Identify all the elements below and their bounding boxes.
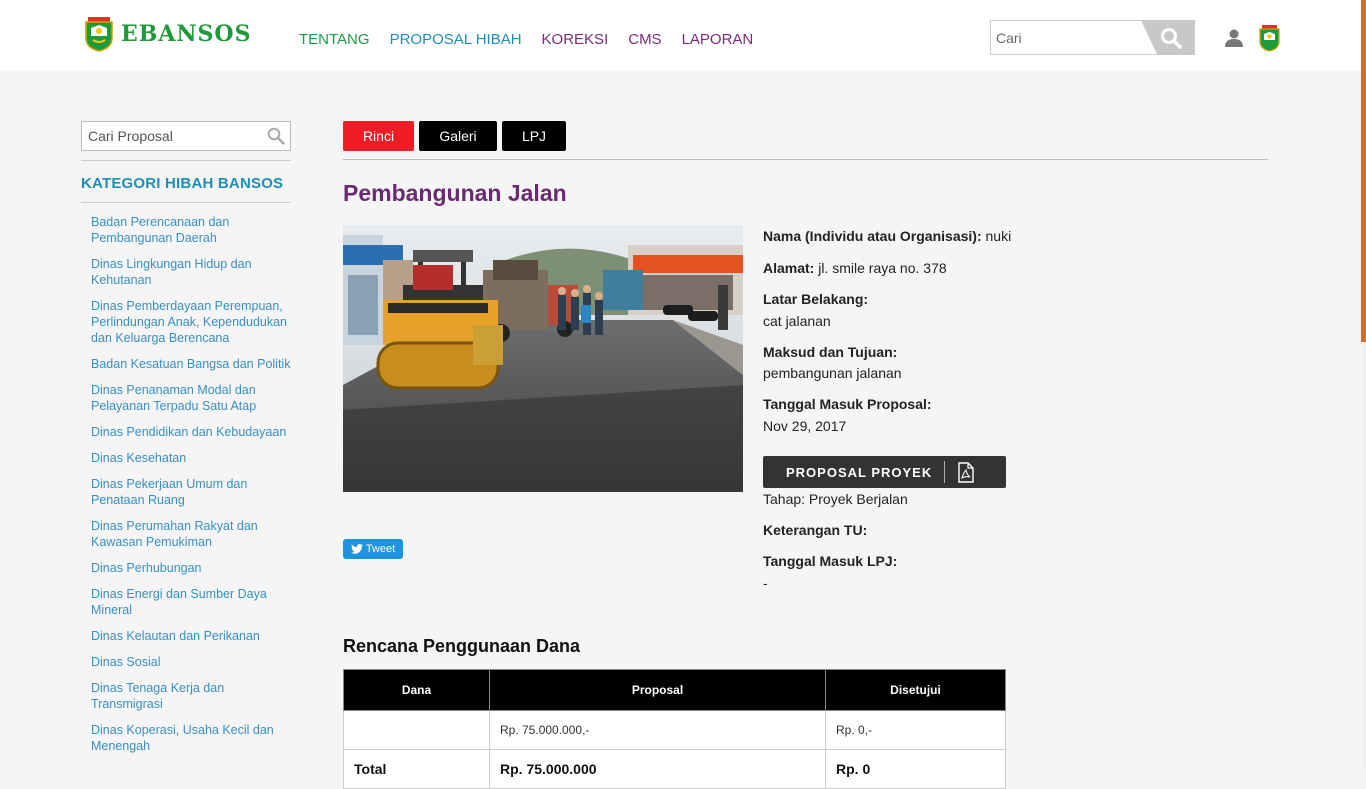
- category-item[interactable]: Dinas Lingkungan Hidup dan Kehutanan: [91, 256, 291, 288]
- category-item[interactable]: Dinas Energi dan Sumber Daya Mineral: [91, 586, 291, 618]
- proposal-search: [81, 121, 291, 151]
- category-item[interactable]: Dinas Kesehatan: [91, 450, 291, 466]
- category-item[interactable]: Dinas Tenaga Kerja dan Transmigrasi: [91, 680, 291, 712]
- category-item[interactable]: Dinas Penanaman Modal dan Pelayanan Terp…: [91, 382, 291, 414]
- main-nav: TENTANG PROPOSAL HIBAH KOREKSI CMS LAPOR…: [299, 30, 773, 50]
- category-item[interactable]: Dinas Sosial: [91, 654, 291, 670]
- pdf-button-label: PROPOSAL PROYEK: [786, 465, 933, 480]
- nav-tentang[interactable]: TENTANG: [299, 30, 370, 50]
- tab-rinci[interactable]: Rinci: [343, 121, 414, 151]
- nama-row: Nama (Individu atau Organisasi): nuki: [763, 228, 1011, 244]
- nav-cms[interactable]: CMS: [628, 30, 661, 50]
- nama-value: nuki: [985, 228, 1012, 244]
- total-label: Total: [343, 749, 490, 789]
- tahap-text: Tahap: Proyek Berjalan: [763, 491, 908, 507]
- category-item[interactable]: Badan Perencanaan dan Pembangunan Daerah: [91, 214, 291, 246]
- category-item[interactable]: Dinas Perhubungan: [91, 560, 291, 576]
- category-title: KATEGORI HIBAH BANSOS: [81, 175, 284, 192]
- col-proposal: Proposal: [489, 669, 826, 711]
- maksud-value: pembangunan jalanan: [763, 365, 902, 381]
- proposal-photo: [343, 225, 743, 492]
- tweet-button[interactable]: Tweet: [343, 539, 403, 559]
- button-separator: [944, 461, 945, 483]
- detail-tabs: Rinci Galeri LPJ: [343, 121, 571, 151]
- tweet-label: Tweet: [365, 543, 396, 555]
- alamat-row: Alamat: jl. smile raya no. 378: [763, 260, 947, 276]
- banten-emblem-icon: [85, 17, 113, 52]
- page-title: Pembangunan Jalan: [343, 180, 567, 206]
- funds-section-title: Rencana Penggunaan Dana: [343, 636, 581, 656]
- tanggal-label: Tanggal Masuk Proposal:: [763, 396, 932, 412]
- cell-proposal: Rp. 75.000.000,-: [489, 710, 826, 750]
- alamat-label: Alamat:: [763, 260, 815, 276]
- province-emblem-icon: [1259, 25, 1280, 52]
- header-search-input[interactable]: [990, 20, 1162, 55]
- total-proposal: Rp. 75.000.000: [489, 749, 826, 789]
- category-item[interactable]: Dinas Pendidikan dan Kebudayaan: [91, 424, 291, 440]
- nav-proposal-hibah[interactable]: PROPOSAL HIBAH: [390, 30, 522, 50]
- latar-label: Latar Belakang:: [763, 291, 869, 307]
- category-list: Badan Perencanaan dan Pembangunan Daerah…: [91, 214, 291, 764]
- lpj-value: -: [763, 575, 768, 591]
- table-header-row: Dana Proposal Disetujui: [343, 669, 1006, 711]
- scrollbar-thumb[interactable]: [1361, 0, 1366, 342]
- page-scrollbar[interactable]: [1361, 0, 1366, 768]
- category-item[interactable]: Dinas Koperasi, Usaha Kecil dan Menengah: [91, 722, 291, 754]
- search-icon[interactable]: [267, 127, 285, 145]
- total-disetujui: Rp. 0: [825, 749, 1006, 789]
- table-row: Rp. 75.000.000,- Rp. 0,-: [343, 710, 1006, 750]
- cell-disetujui: Rp. 0,-: [825, 710, 1006, 750]
- twitter-bird-icon: [350, 544, 363, 554]
- brand-name: EBANSOS: [121, 21, 252, 47]
- keterangan-label: Keterangan TU:: [763, 522, 868, 538]
- cell-dana: [343, 710, 490, 750]
- divider: [343, 159, 1268, 160]
- search-icon: [1161, 27, 1182, 49]
- nama-label: Nama (Individu atau Organisasi):: [763, 228, 982, 244]
- col-dana: Dana: [343, 669, 490, 711]
- proposal-search-input[interactable]: [82, 122, 268, 150]
- user-icon[interactable]: [1224, 28, 1244, 48]
- header-search: [990, 20, 1204, 55]
- latar-value: cat jalanan: [763, 313, 831, 329]
- category-item[interactable]: Dinas Perumahan Rakyat dan Kawasan Pemuk…: [91, 518, 291, 550]
- col-disetujui: Disetujui: [825, 669, 1006, 711]
- nav-koreksi[interactable]: KOREKSI: [542, 30, 609, 50]
- category-item[interactable]: Dinas Pemberdayaan Perempuan, Perlindung…: [91, 298, 291, 346]
- maksud-label: Maksud dan Tujuan:: [763, 344, 898, 360]
- category-item[interactable]: Dinas Pekerjaan Umum dan Penataan Ruang: [91, 476, 291, 508]
- alamat-value: jl. smile raya no. 378: [818, 260, 947, 276]
- divider: [81, 202, 291, 203]
- tab-galeri[interactable]: Galeri: [419, 121, 497, 151]
- tanggal-value: Nov 29, 2017: [763, 418, 847, 434]
- table-total-row: Total Rp. 75.000.000 Rp. 0: [343, 749, 1006, 789]
- brand-logo[interactable]: EBANSOS: [83, 16, 251, 52]
- pdf-file-icon: [958, 462, 974, 483]
- category-item[interactable]: Dinas Kelautan dan Perikanan: [91, 628, 291, 644]
- nav-laporan[interactable]: LAPORAN: [682, 30, 754, 50]
- tab-lpj[interactable]: LPJ: [502, 121, 566, 151]
- top-header: EBANSOS TENTANG PROPOSAL HIBAH KOREKSI C…: [0, 0, 1366, 71]
- category-item[interactable]: Badan Kesatuan Bangsa dan Politik: [91, 356, 291, 372]
- funds-table: Dana Proposal Disetujui Rp. 75.000.000,-…: [343, 669, 1006, 789]
- proposal-pdf-button[interactable]: PROPOSAL PROYEK: [763, 456, 1006, 488]
- divider: [81, 160, 291, 161]
- lpj-label: Tanggal Masuk LPJ:: [763, 553, 898, 569]
